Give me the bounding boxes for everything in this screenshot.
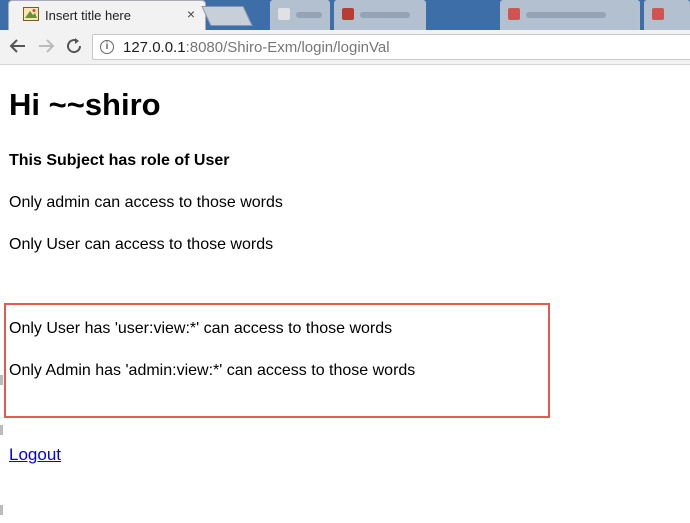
admin-words: Only admin can access to those words xyxy=(9,194,283,211)
user-words: Only User can access to those words xyxy=(9,236,274,253)
new-tab-button[interactable] xyxy=(201,6,253,26)
tab-favicon-icon xyxy=(652,8,664,20)
back-arrow-icon[interactable] xyxy=(6,34,30,58)
info-icon[interactable]: i xyxy=(100,40,114,54)
url-path: :8080/Shiro-Exm/login/loginVal xyxy=(185,39,390,56)
permission-highlight-box xyxy=(4,303,550,418)
address-bar[interactable]: i 127.0.0.1:8080/Shiro-Exm/login/loginVa… xyxy=(92,34,690,60)
background-tab[interactable] xyxy=(644,0,690,30)
logout-link[interactable]: Logout xyxy=(9,445,61,465)
url-host: 127.0.0.1 xyxy=(123,39,186,56)
tab-favicon-icon xyxy=(508,8,520,20)
tab-favicon-icon xyxy=(342,8,354,20)
address-url[interactable]: 127.0.0.1:8080/Shiro-Exm/login/loginVal xyxy=(123,39,390,56)
tab-favicon-icon xyxy=(278,8,290,20)
window-edge-marks xyxy=(0,65,4,523)
reload-icon[interactable] xyxy=(62,34,86,58)
background-tab[interactable] xyxy=(334,0,426,30)
forward-arrow-icon[interactable] xyxy=(34,34,58,58)
page-heading: Hi ~~shiro xyxy=(9,87,161,122)
page-favicon-icon xyxy=(23,7,39,21)
browser-toolbar: i 127.0.0.1:8080/Shiro-Exm/login/loginVa… xyxy=(0,30,690,65)
tab-close-icon[interactable]: × xyxy=(187,6,195,22)
background-tab[interactable] xyxy=(500,0,640,30)
background-tab[interactable] xyxy=(270,0,330,30)
tab-title: Insert title here xyxy=(45,8,131,23)
tab-strip: Insert title here × xyxy=(0,0,690,30)
role-line: This Subject has role of User xyxy=(9,152,230,169)
tab-active[interactable]: Insert title here × xyxy=(8,0,206,30)
